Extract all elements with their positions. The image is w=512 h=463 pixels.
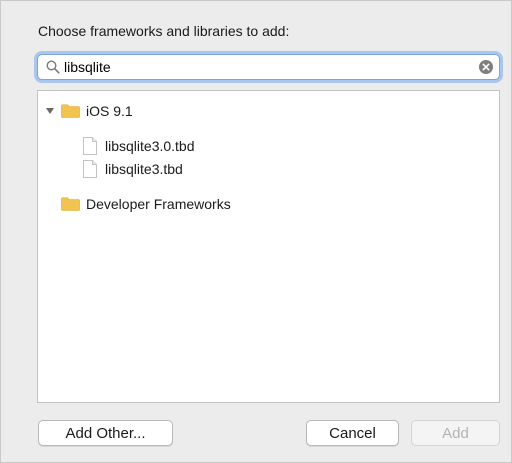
folder-icon <box>61 197 80 211</box>
add-button[interactable]: Add <box>411 420 500 446</box>
tree-group-label: iOS 9.1 <box>86 103 133 119</box>
search-input[interactable]: libsqlite <box>64 59 111 75</box>
tree-item-libsqlite3-0[interactable]: libsqlite3.0.tbd <box>83 135 195 157</box>
search-field[interactable]: libsqlite <box>37 54 500 80</box>
folder-icon <box>61 104 80 118</box>
cancel-button[interactable]: Cancel <box>306 420 399 446</box>
file-icon <box>83 160 97 178</box>
clear-icon[interactable] <box>479 60 493 74</box>
framework-tree[interactable]: iOS 9.1 libsqlite3.0.tbd libsqlite3.tbd … <box>37 90 500 403</box>
tree-item-libsqlite3[interactable]: libsqlite3.tbd <box>83 158 183 180</box>
disclosure-triangle-expanded-icon[interactable] <box>45 106 55 116</box>
tree-item-label: libsqlite3.tbd <box>105 161 183 177</box>
tree-item-label: libsqlite3.0.tbd <box>105 138 195 154</box>
add-frameworks-dialog: Choose frameworks and libraries to add: … <box>0 0 512 463</box>
tree-group-developer-frameworks[interactable]: Developer Frameworks <box>61 193 231 215</box>
tree-group-label: Developer Frameworks <box>86 196 231 212</box>
dialog-title: Choose frameworks and libraries to add: <box>38 23 290 39</box>
search-icon <box>46 60 60 74</box>
file-icon <box>83 137 97 155</box>
add-other-button[interactable]: Add Other... <box>38 420 173 446</box>
tree-group-ios[interactable]: iOS 9.1 <box>45 100 133 122</box>
